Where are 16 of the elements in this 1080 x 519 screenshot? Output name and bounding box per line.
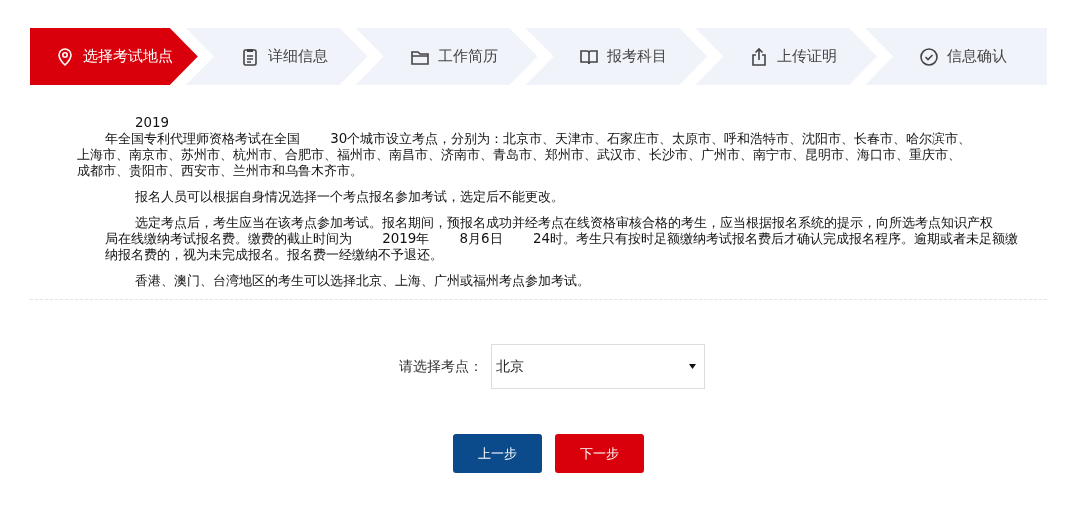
step-tab[interactable]: 报考科目 bbox=[525, 28, 708, 85]
check-circle-icon bbox=[919, 46, 940, 67]
step-tab[interactable]: 上传证明 bbox=[695, 28, 878, 85]
select-label: 请选择考点： bbox=[398, 357, 483, 376]
next-step-button[interactable]: 下一步 bbox=[555, 434, 644, 473]
notice-paragraph: 2019 年全国专利代理师资格考试在全国 30个城市设立考点，分别为：北京市、天津市、石家庄市、太原市、呼和浩特市、沈阳市、长春市、哈尔滨市、 上海市、南京市、苏州市、杭州市、合肥市、福州市、南昌市、济南市、青岛市、郑州市、武汉市、长沙市、广州市、南宁市、昆明市、海口市、重庆市、 成都市、贵阳市、西安市、兰州市和乌鲁木齐市。 bbox=[77, 115, 973, 179]
step-tab[interactable]: 工作简历 bbox=[355, 28, 538, 85]
step-tab[interactable]: 详细信息 bbox=[185, 28, 368, 85]
exam-site-dropdown[interactable]: 北京 bbox=[490, 344, 705, 389]
notice-paragraph: 报名人员可以根据自身情况选择一个考点报名参加考试，选定后不能更改。 bbox=[134, 189, 565, 205]
notice-paragraph: 选定考点后，考生应当在该考点参加考试。报名期间，预报名成功并经考点在线资格审核合格的考生，应当根据报名系统的提示，向所选考点知识产权 局在线缴纳考试报名费。缴费的截止时间为 2019年 8月6日 24时。考生只有按时足额缴纳考试报名费后才确认完成报名程序。逾期或者未足额缴 纳报名费的，视为未完成报名。报名费一经缴纳不予退还。 bbox=[104, 215, 1019, 263]
previous-step-button[interactable]: 上一步 bbox=[453, 434, 542, 473]
notice-paragraph: 香港、澳门、台湾地区的考生可以选择北京、上海、广州或福州考点参加考试。 bbox=[134, 273, 591, 289]
step-tab[interactable]: 信息确认 bbox=[865, 28, 1047, 85]
step-tab[interactable]: 选择考试地点 bbox=[30, 28, 198, 85]
caret-icon bbox=[688, 364, 696, 369]
